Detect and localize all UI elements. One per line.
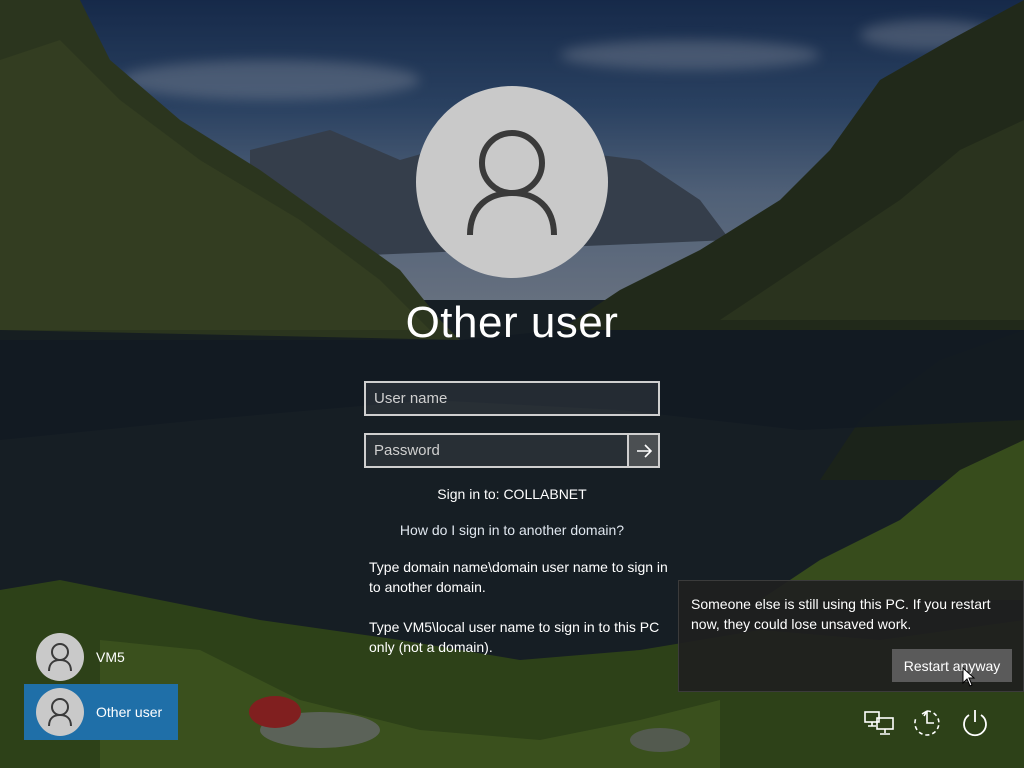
username-input[interactable] <box>364 381 660 416</box>
password-input[interactable] <box>364 433 628 468</box>
person-icon <box>467 130 557 236</box>
network-icon <box>864 711 894 735</box>
person-icon <box>48 643 72 672</box>
ease-of-access-button[interactable] <box>910 706 944 740</box>
network-button[interactable] <box>862 706 896 740</box>
mouse-cursor-icon <box>962 667 976 687</box>
user-avatar <box>416 86 608 278</box>
other-domain-help-link[interactable]: How do I sign in to another domain? <box>312 522 712 538</box>
user-tile-label: Other user <box>96 704 163 720</box>
page-title: Other user <box>405 298 619 347</box>
user-tile-vm5[interactable]: VM5 <box>24 629 178 685</box>
ease-of-access-icon <box>914 710 940 736</box>
arrow-right-icon <box>636 443 652 458</box>
power-icon <box>963 710 987 737</box>
domain-hint-text: Type domain name\domain user name to sig… <box>369 559 668 595</box>
avatar <box>36 688 84 736</box>
sign-in-domain-label: Sign in to: COLLABNET <box>437 486 587 502</box>
local-hint-text: Type VM5\local user name to sign in to t… <box>369 619 660 655</box>
user-tile-label: VM5 <box>96 649 125 665</box>
avatar <box>36 633 84 681</box>
restart-warning-message: Someone else is still using this PC. If … <box>691 596 991 632</box>
person-icon <box>48 698 72 727</box>
submit-button[interactable] <box>627 433 660 468</box>
restart-anyway-button[interactable]: Restart anyway <box>892 649 1012 682</box>
power-button[interactable] <box>958 706 992 740</box>
user-tile-other-user[interactable]: Other user <box>24 684 178 740</box>
